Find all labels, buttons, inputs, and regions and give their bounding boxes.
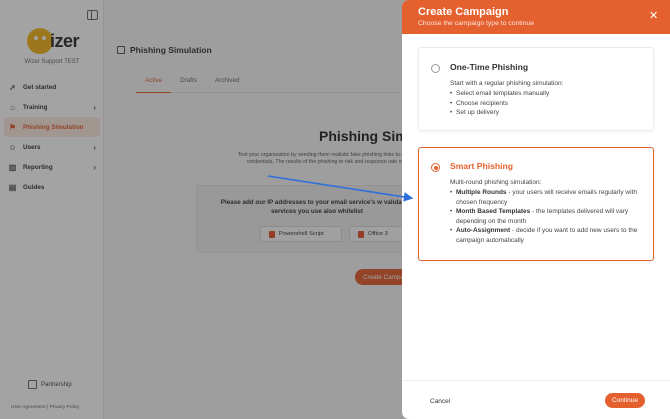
option-intro: Multi-round phishing simulation: <box>450 179 542 186</box>
option-feature-list: Select email templates manually Choose r… <box>450 89 650 118</box>
feature-name: Month Based Templates <box>456 208 531 216</box>
feature-name: Auto-Assignment <box>456 227 511 235</box>
campaign-option-one-time[interactable]: One-Time Phishing Start with a regular p… <box>418 47 654 131</box>
cancel-button[interactable]: Cancel <box>430 398 450 405</box>
list-item: Choose recipients <box>450 99 650 109</box>
drawer-subtitle: Choose the campaign type to continue <box>418 20 535 27</box>
close-icon[interactable]: ✕ <box>649 11 658 22</box>
create-campaign-drawer: Create Campaign Choose the campaign type… <box>402 0 670 419</box>
list-item: Set up delivery <box>450 108 650 118</box>
drawer-header: Create Campaign Choose the campaign type… <box>402 0 670 34</box>
drawer-title: Create Campaign <box>418 6 509 18</box>
campaign-option-smart[interactable]: Smart Phishing Multi-round phishing simu… <box>418 147 654 261</box>
list-item: Select email templates manually <box>450 89 650 99</box>
option-feature-list: Multiple Rounds - your users will receiv… <box>450 188 650 246</box>
radio-smart-selected[interactable] <box>431 163 440 172</box>
radio-one-time[interactable] <box>431 64 440 73</box>
list-item: Multiple Rounds - your users will receiv… <box>450 188 650 207</box>
feature-name: Multiple Rounds <box>456 189 507 196</box>
continue-button[interactable]: Continue <box>605 393 645 408</box>
option-intro: Start with a regular phishing simulation… <box>450 80 564 87</box>
option-title: One-Time Phishing <box>450 62 529 72</box>
option-title: Smart Phishing <box>450 161 514 171</box>
list-item: Month Based Templates - the templates de… <box>450 207 650 226</box>
drawer-footer: Cancel Continue <box>402 380 670 419</box>
list-item: Auto-Assignment - decide if you want to … <box>450 226 650 245</box>
